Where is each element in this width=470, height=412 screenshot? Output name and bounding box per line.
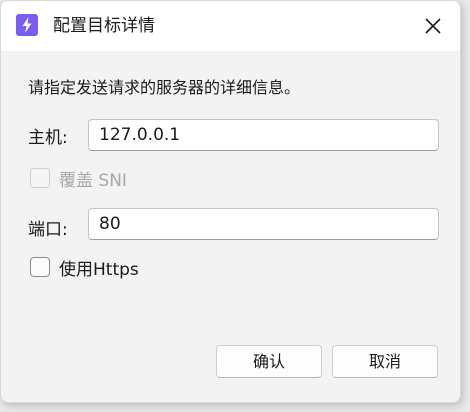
ok-button[interactable]: 确认 bbox=[216, 345, 322, 378]
dialog-title: 配置目标详情 bbox=[53, 16, 155, 36]
cancel-button[interactable]: 取消 bbox=[332, 345, 438, 378]
use-https-checkbox[interactable] bbox=[30, 257, 50, 277]
dialog-description: 请指定发送请求的服务器的详细信息。 bbox=[28, 78, 301, 97]
host-label: 主机: bbox=[28, 128, 68, 148]
use-https-option: 使用Https bbox=[30, 256, 139, 280]
port-input[interactable] bbox=[88, 208, 439, 240]
title-bar: 配置目标详情 bbox=[1, 1, 460, 51]
lightning-bolt-icon bbox=[16, 14, 38, 36]
override-sni-option: 覆盖 SNI bbox=[30, 167, 127, 191]
use-https-label: 使用Https bbox=[59, 259, 139, 280]
close-icon bbox=[425, 18, 441, 34]
host-input[interactable] bbox=[88, 119, 439, 151]
port-label: 端口: bbox=[28, 220, 68, 240]
target-details-dialog: 配置目标详情 请指定发送请求的服务器的详细信息。 主机: 覆盖 SNI 端口: … bbox=[0, 0, 461, 403]
override-sni-checkbox[interactable] bbox=[30, 168, 50, 188]
override-sni-label: 覆盖 SNI bbox=[59, 170, 127, 191]
close-button[interactable] bbox=[418, 11, 448, 41]
